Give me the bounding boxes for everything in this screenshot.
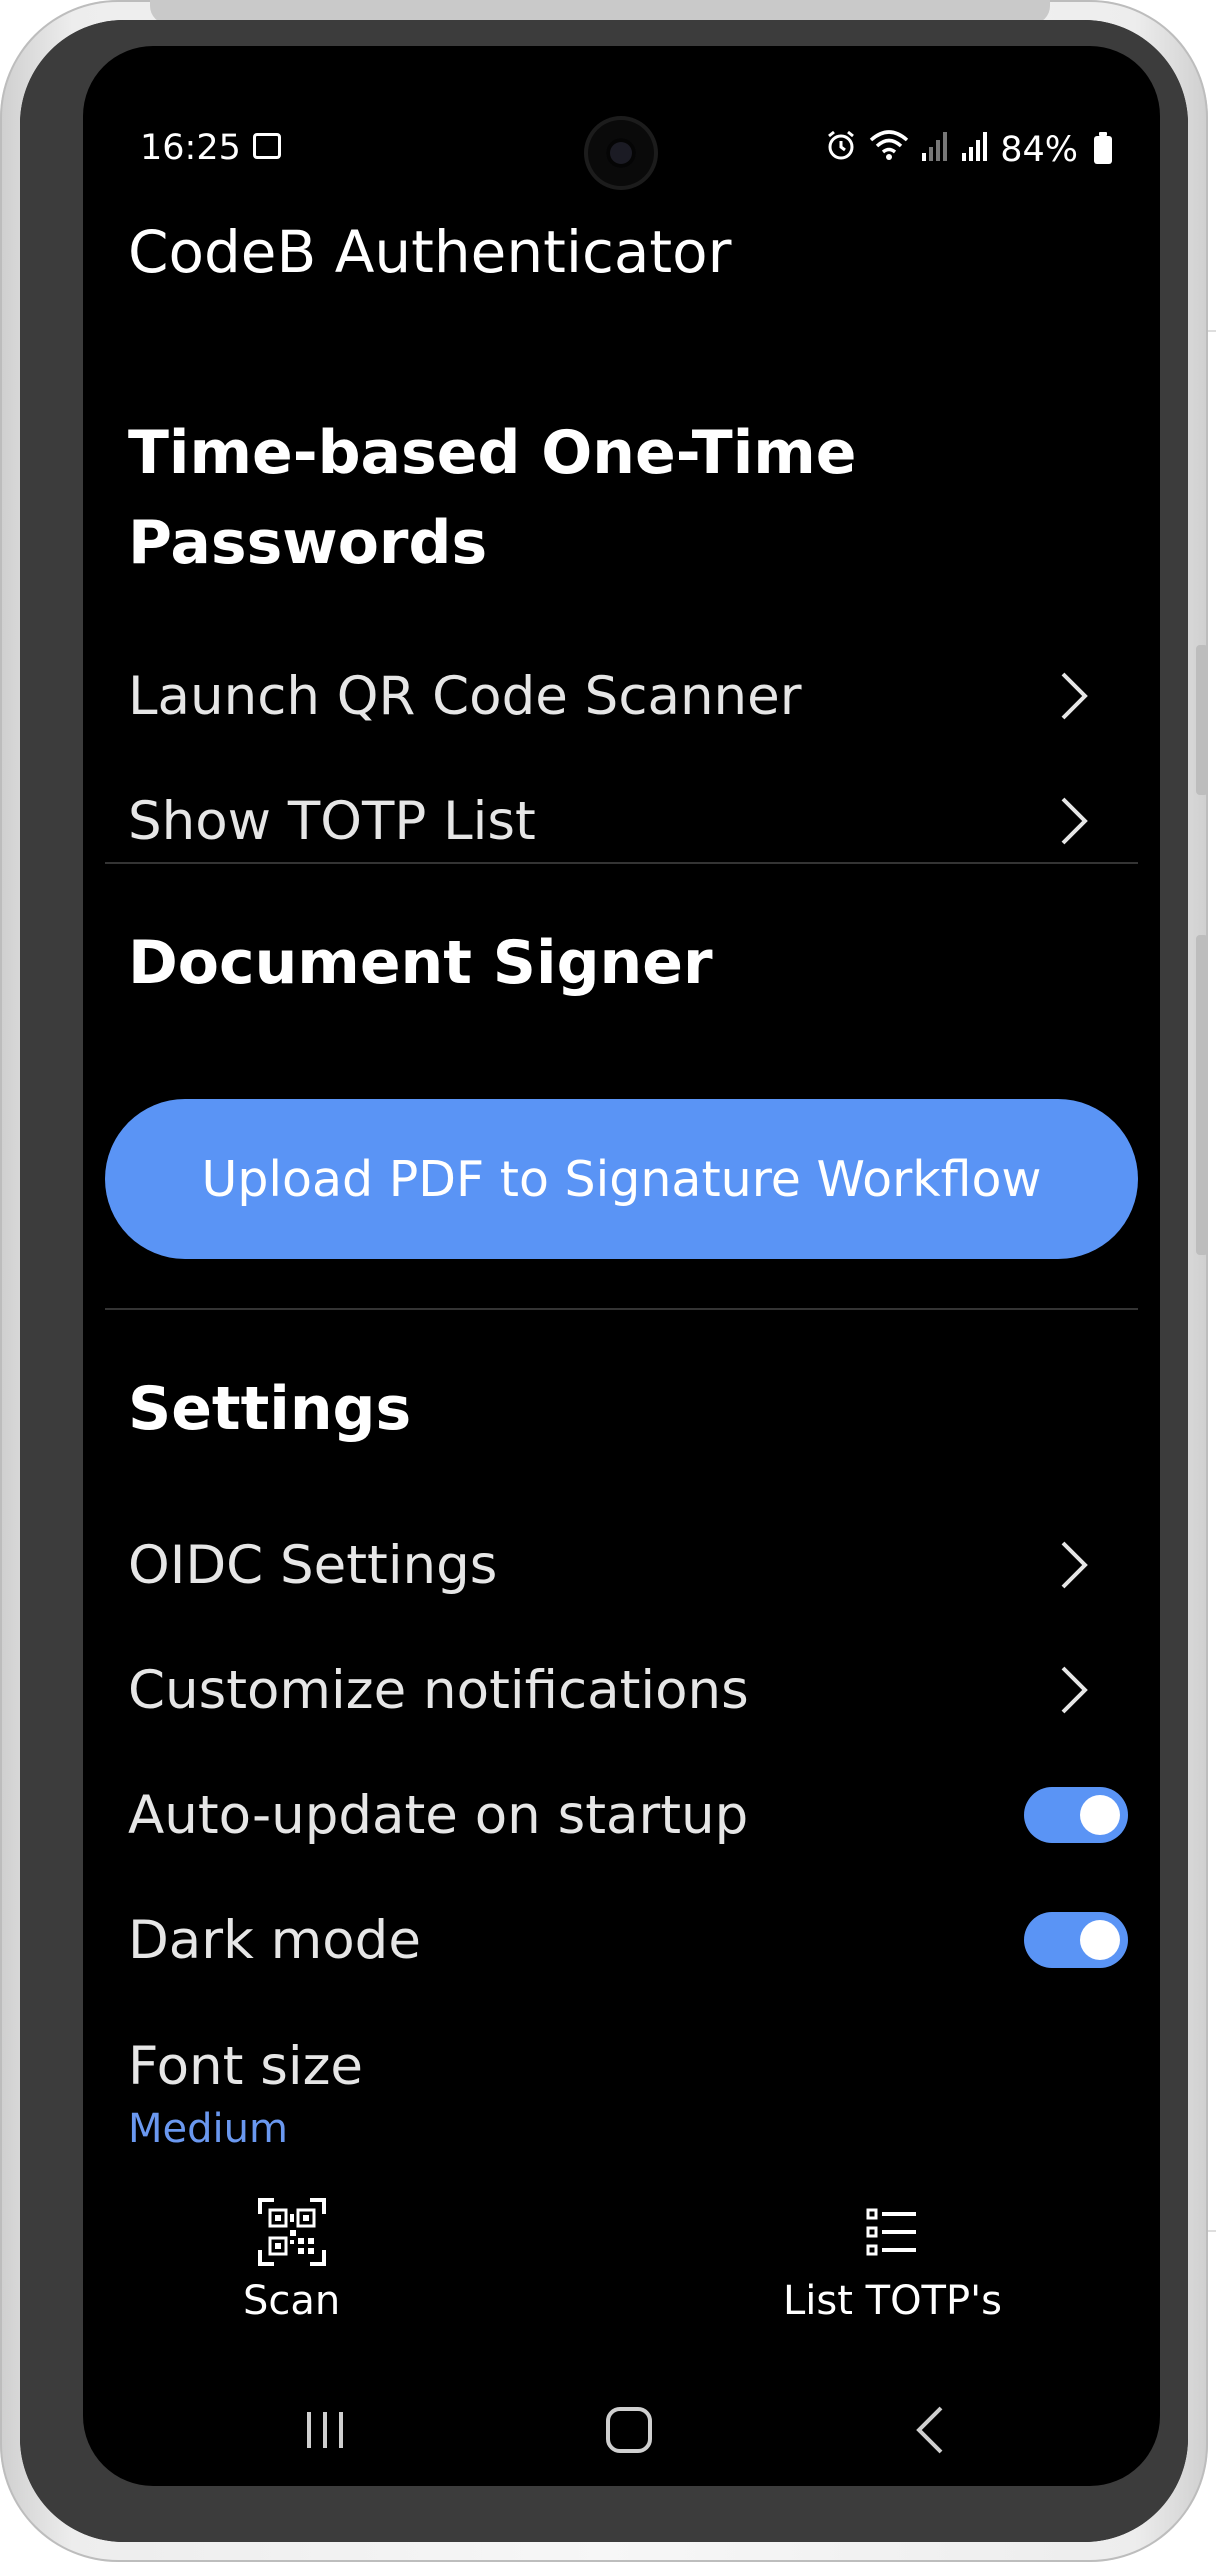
toggle-knob [1080,1795,1120,1835]
launch-qr-scanner-item[interactable]: Launch QR Code Scanner [128,646,1098,746]
app-title: CodeB Authenticator [128,218,732,286]
status-time: 16:25 [140,128,241,168]
gallery-icon [253,133,281,159]
font-size-value: Medium [128,2106,288,2152]
divider [105,862,1138,864]
wifi-icon [868,128,910,171]
status-icons: 84% [824,128,1112,171]
recent-apps-icon [307,2412,343,2448]
section-title-totp: Time-based One-Time Passwords [128,418,857,578]
oidc-settings-item[interactable]: OIDC Settings [128,1515,1098,1615]
list-icon [856,2196,928,2272]
phone-bezel: 16:25 84% CodeB Authenticator Time-based… [20,20,1188,2542]
row-label: OIDC Settings [128,1534,498,1596]
volume-button [1196,645,1208,795]
qr-scan-icon [256,2196,328,2272]
phone-frame: 16:25 84% CodeB Authenticator Time-based… [0,0,1208,2562]
screen: 16:25 84% CodeB Authenticator Time-based… [83,46,1160,2486]
section-title-settings: Settings [128,1374,412,1444]
chevron-right-icon [1050,672,1098,720]
row-label: Show TOTP List [128,790,536,852]
phone-rim: 16:25 84% CodeB Authenticator Time-based… [20,20,1188,2542]
row-label: Auto-update on startup [128,1784,749,1846]
auto-update-toggle[interactable] [1024,1787,1128,1843]
upload-pdf-button[interactable]: Upload PDF to Signature Workflow [105,1099,1138,1259]
divider [105,1308,1138,1310]
customize-notifications-item[interactable]: Customize notifications [128,1640,1098,1740]
battery-icon [1094,131,1112,164]
auto-update-row: Auto-update on startup [128,1765,1128,1865]
back-icon [916,2406,943,2454]
dark-mode-row: Dark mode [128,1890,1128,1990]
nav-list-totps[interactable]: List TOTP's [783,2196,1002,2324]
row-label: Dark mode [128,1909,421,1971]
font-size-setting[interactable]: Font size [128,2036,363,2097]
nav-scan-label: Scan [243,2278,341,2324]
section-title-document-signer: Document Signer [128,928,713,998]
alarm-icon [824,128,858,171]
signal-icon [920,129,950,170]
front-camera [588,120,654,186]
home-icon [606,2407,652,2453]
home-button[interactable] [589,2400,669,2460]
back-button[interactable] [891,2400,971,2460]
chevron-right-icon [1050,797,1098,845]
row-label: Customize notifications [128,1659,749,1721]
recent-apps-button[interactable] [285,2400,365,2460]
toggle-knob [1080,1920,1120,1960]
chevron-right-icon [1050,1541,1098,1589]
nav-scan[interactable]: Scan [243,2196,340,2324]
row-label: Launch QR Code Scanner [128,665,802,727]
nav-list-label: List TOTP's [783,2278,1002,2324]
chevron-right-icon [1050,1666,1098,1714]
battery-percent: 84% [1000,129,1078,170]
signal-r-icon [960,129,990,170]
power-button [1196,935,1208,1255]
show-totp-list-item[interactable]: Show TOTP List [128,771,1098,871]
dark-mode-toggle[interactable] [1024,1912,1128,1968]
